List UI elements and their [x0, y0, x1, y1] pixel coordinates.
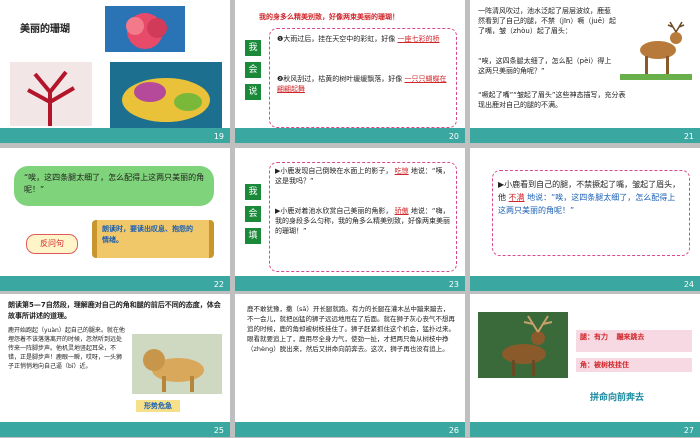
page-number: 26 — [448, 426, 459, 435]
slide-26[interactable]: 鹿不敢犹豫，撒（sā）开长腿就跑。有力的长腿在灌木丛中蹦来蹦去，不一会儿，就把凶… — [235, 294, 465, 437]
page-number: 23 — [448, 280, 459, 289]
page-number: 20 — [448, 132, 459, 141]
slide-title: 美丽的珊瑚 — [20, 24, 70, 35]
slide-footer — [235, 128, 465, 143]
sentence-1: ❶大雨过后，挂在天空中的彩虹，好像 一座七彩的桥 — [277, 34, 449, 44]
fill-sentence: ▶小鹿看到自己的腿，不禁撅起了嘴，皱起了眉头，他 不满 地说：“唉，这四条腿太细… — [498, 178, 682, 217]
page-number: 19 — [213, 132, 224, 141]
slide-footer — [0, 422, 230, 437]
verb-label-3: 填 — [245, 228, 261, 244]
slide-25[interactable]: 朗读第5—7自然段，理解鹿对自己的角和腿的前后不同的态度，体会故事所讲述的道理。… — [0, 294, 230, 437]
caption: 拼命向前奔去 — [590, 393, 645, 403]
sentence-2-text: ❷秋风刮过，枯黄的树叶缓缓飘落，好像 — [277, 75, 403, 83]
slide-footer — [235, 422, 465, 437]
verb-label-1: 我 — [245, 40, 261, 56]
slide-22[interactable]: “唉，这四条腿太细了，怎么配得上这两只美丽的角呢！” 反问句 朗读时，要读出叹息… — [0, 148, 230, 291]
fill-word: 不满 — [508, 193, 525, 202]
passage-text: 鹿不敢犹豫，撒（sā）开长腿就跑。有力的长腿在灌木丛中蹦来蹦去，不一会儿，就把凶… — [247, 305, 455, 353]
sentence-tail: 地说：“唉，这四条腿太细了，怎么配得上这两只美丽的角呢！” — [498, 193, 676, 215]
page-number: 21 — [683, 132, 694, 141]
passage-text: 鹿开始跑起（yuàn）起自己的腿来。就在他埋怨着不该落落离开的时候，忽然听到远处… — [8, 327, 125, 370]
verb-label-3: 说 — [245, 84, 261, 100]
passage-text: 一阵清风吹过，池水泛起了层层波纹，鹿惹然看到了自己的腿，不禁（jīn）噘（juē… — [478, 7, 617, 35]
antlers-note: 角：被树枝挂住 — [580, 361, 629, 369]
sentence-2: ❷秋风刮过，枯黄的树叶缓缓飘落，好像 一只只蝴蝶在翩翩起舞 — [277, 74, 449, 94]
fill-sentence-2: ▶小鹿对着池水欣赏自己美丽的角影， 骄傲 地说：“嗨，我的身段多么匀称，我的角多… — [275, 206, 451, 236]
situation-tag: 形势危急 — [136, 400, 180, 412]
slide-footer — [470, 128, 700, 143]
sentence-1-text: ▶小鹿发现自己倒映在水面上的影子， — [275, 167, 393, 175]
analysis-note: “噘起了嘴”“皱起了眉头”这些神态描写，充分表现出鹿对自己的腿的不满。 — [478, 91, 626, 109]
page-number: 25 — [213, 426, 224, 435]
fill-word-1: 吃惊 — [394, 167, 409, 175]
verb-label-1: 我 — [245, 184, 261, 200]
slide-27[interactable]: 腿：有力 蹦来跳去 角：被树枝挂住 拼命向前奔去 27 — [470, 294, 700, 437]
slide-footer — [0, 276, 230, 291]
slide-header: 朗读第5—7自然段，理解鹿对自己的角和腿的前后不同的态度，体会故事所讲述的道理。 — [8, 301, 221, 320]
deer-quote: “唉，这四条腿太细了，怎么配（pèi）得上这两只美丽的角呢？” — [478, 57, 612, 75]
page-number: 27 — [683, 426, 694, 435]
coral-image-1 — [105, 6, 185, 52]
slide-24[interactable]: ▶小鹿看到自己的腿，不禁撅起了嘴，皱起了眉头，他 不满 地说：“唉，这四条腿太细… — [470, 148, 700, 291]
legs-note: 腿：有力 蹦来跳去 — [580, 332, 690, 342]
fill-sentence-1: ▶小鹿发现自己倒映在水面上的影子， 吃惊 地说：“咦，这是我吗？” — [275, 166, 451, 186]
legs-action: 蹦来跳去 — [616, 333, 645, 341]
reading-tip: 朗读时，要读出叹息、抱怨的情绪。 — [102, 225, 193, 244]
sentence-1-text: ❶大雨过后，挂在天空中的彩虹，好像 — [277, 35, 396, 43]
slide-footer — [470, 276, 700, 291]
slide-footer — [470, 422, 700, 437]
slide-header: 我的身多么精美别致，好像两束美丽的珊瑚！ — [259, 13, 399, 21]
slide-19[interactable]: 美丽的珊瑚 19 — [0, 0, 230, 143]
slide-footer — [0, 128, 230, 143]
coral-image-3 — [110, 62, 222, 128]
sentence-type-tag: 反问句 — [26, 234, 78, 254]
slide-20[interactable]: 我的身多么精美别致，好像两束美丽的珊瑚！ 我 会 说 ❶大雨过后，挂在天空中的彩… — [235, 0, 465, 143]
deer-quote: “唉，这四条腿太细了，怎么配得上这两只美丽的角呢！” — [24, 173, 205, 194]
page-number: 22 — [213, 280, 224, 289]
slide-21[interactable]: 一阵清风吹过，池水泛起了层层波纹，鹿惹然看到了自己的腿，不禁（jīn）噘（juē… — [470, 0, 700, 143]
sentence-2-text: ▶小鹿对着池水欣赏自己美丽的角影， — [275, 207, 393, 215]
fill-word-2: 骄傲 — [394, 207, 409, 215]
answer-1: 一座七彩的桥 — [397, 35, 440, 43]
verb-label-2: 会 — [245, 62, 261, 78]
deer-image — [620, 21, 692, 80]
coral-image-2 — [10, 62, 92, 126]
slide-footer — [235, 276, 465, 291]
legs-label: 腿：有力 — [580, 333, 608, 341]
page-number: 24 — [683, 280, 694, 289]
slide-23[interactable]: 我 会 填 ▶小鹿发现自己倒映在水面上的影子， 吃惊 地说：“咦，这是我吗？” … — [235, 148, 465, 291]
verb-label-2: 会 — [245, 206, 261, 222]
lion-image — [132, 334, 222, 394]
deer-image — [478, 312, 568, 378]
